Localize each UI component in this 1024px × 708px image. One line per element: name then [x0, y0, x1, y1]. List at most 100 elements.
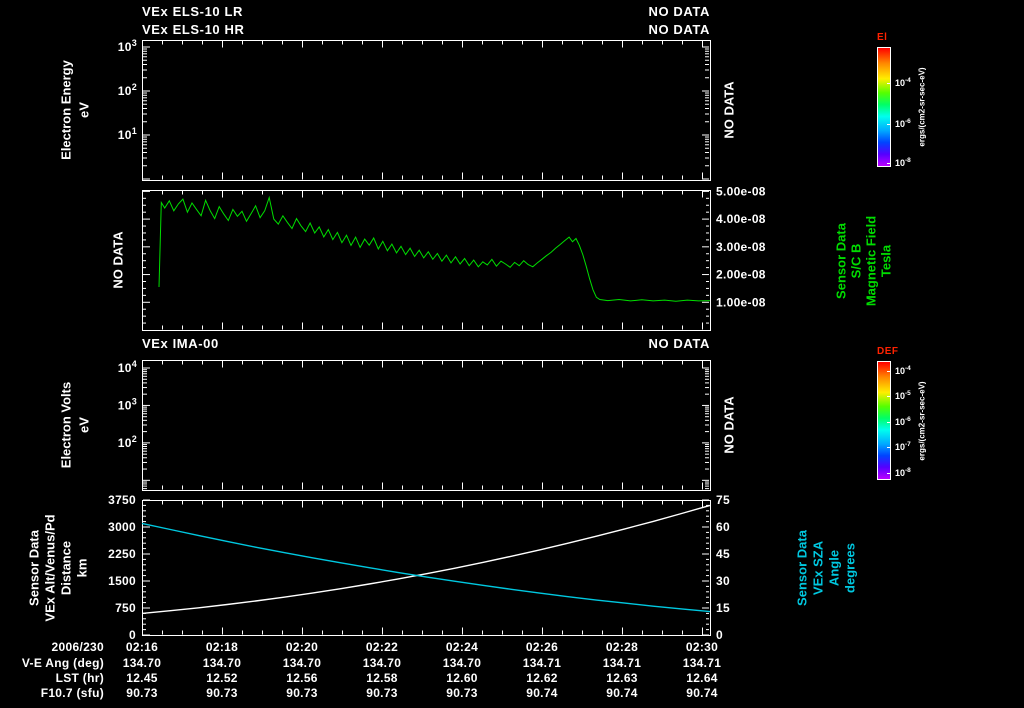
log-y-ticks [143, 367, 709, 490]
ima-y-axis-label: Electron Volts [58, 381, 74, 469]
els-lr-status: NO DATA [648, 4, 710, 19]
table-cell: 90.74 [686, 686, 718, 700]
sza-tick-label: 75 [716, 493, 730, 507]
colorbar-tick-mark [887, 472, 891, 474]
sza-tick-label: 60 [716, 520, 730, 534]
table-row-label-2-row: F10.7 (sfu) 90.73 90.73 90.73 90.73 90.73 90.7… [0, 686, 1024, 701]
mag-right-label: Magnetic Field [863, 215, 879, 307]
mag-frame [142, 190, 711, 331]
vex-tplot-window: 103 102 101 104 103 102 5.00e-08 4.00e-08 3.00e-… [0, 0, 1024, 708]
alt-tick-label: 3000 [108, 520, 136, 534]
sza-tick-label: 15 [716, 601, 730, 615]
mag-field-line [158, 195, 711, 302]
eph-right-label: degrees [842, 543, 858, 593]
mag-ytick-label: 2.00e-08 [716, 268, 766, 282]
mag-ytick-label: 4.00e-08 [716, 212, 766, 226]
table-cell: 134.70 [442, 656, 482, 670]
alt-tick-label: 1500 [108, 574, 136, 588]
table-cell: 134.70 [282, 656, 322, 670]
ima-title: VEx IMA-00 [142, 336, 219, 351]
table-cell: 90.74 [526, 686, 558, 700]
eph-left-label: Distance [58, 540, 74, 596]
ima-header: VEx IMA-00 NO DATA [142, 336, 710, 351]
colorbar-tick-label: 10-8 [895, 466, 911, 478]
sza-line [141, 522, 711, 613]
table-cell: 12.58 [366, 671, 398, 685]
eph-right-label: Angle [826, 549, 842, 587]
x-axis-tick-label: 02:30 [685, 640, 719, 654]
els-hr-header: VEx ELS-10 HR NO DATA [142, 22, 710, 37]
table-cell: 12.64 [686, 671, 718, 685]
colorbar-unit: ergs/(cm2-sr-sec-eV) [917, 380, 927, 461]
colorbar-def [877, 361, 891, 480]
table-cell: 134.70 [362, 656, 402, 670]
colorbar-el [877, 47, 891, 167]
table-cell: 134.71 [522, 656, 562, 670]
colorbar-tick-label: 10-5 [895, 390, 911, 402]
log-y-ticks [143, 46, 709, 180]
eph-y-ticks [143, 499, 709, 636]
sza-tick-label: 30 [716, 574, 730, 588]
table-row-label-1: LST (hr) [55, 671, 104, 685]
colorbar-tick-label: 10-4 [895, 364, 911, 376]
mag-ytick-label: 3.00e-08 [716, 240, 766, 254]
els-hr-title: VEx ELS-10 HR [142, 22, 245, 37]
table-cell: 134.71 [602, 656, 642, 670]
els-y-axis-label: Electron Energy [58, 60, 74, 160]
ima-frame [142, 360, 711, 491]
mag-y-ticks [143, 190, 709, 324]
colorbar-tick-label: 10-8 [895, 157, 911, 169]
table-cell: 134.70 [202, 656, 242, 670]
mag-ytick-label: 5.00e-08 [716, 184, 766, 198]
mag-ytick-label: 1.00e-08 [716, 295, 766, 309]
x-axis-date: 2006/230 [51, 640, 104, 654]
table-cell: 12.45 [126, 671, 158, 685]
log-tick-label: 103 [118, 396, 137, 412]
els-frame [142, 40, 711, 181]
x-axis-tick-label: 02:26 [525, 640, 559, 654]
mag-right-label: S/C B [848, 243, 864, 279]
colorbar-tick-label: 10-6 [895, 415, 911, 427]
colorbar-tick-mark [887, 447, 891, 449]
table-cell: 90.73 [366, 686, 398, 700]
colorbar-tick-mark [887, 396, 891, 398]
els-hr-status: NO DATA [648, 22, 710, 37]
eph-right-label: VEx SZA [810, 540, 826, 596]
colorbar-tick-label: 10-4 [895, 77, 911, 88]
ima-right-nodata-label: NO DATA [721, 396, 737, 454]
colorbar-tick-mark [887, 123, 891, 125]
log-tick-label: 102 [118, 82, 137, 98]
x-axis-tick-label: 02:22 [365, 640, 399, 654]
table-cell: 90.73 [206, 686, 238, 700]
colorbar-unit: ergs/(cm2-sr-sec-eV) [917, 67, 927, 147]
eph-frame [142, 500, 711, 636]
colorbar-tick-mark [887, 370, 891, 372]
eph-left-label: VEx Alt/Venus/Pd [42, 514, 58, 622]
plot-canvas: 103 102 101 104 103 102 5.00e-08 4.00e-08 3.00e-… [108, 38, 766, 642]
table-row-label-0-row: V-E Ang (deg) 134.70 134.70 134.70 134.70 134… [0, 656, 1024, 671]
log-tick-label: 101 [118, 126, 137, 142]
table-cell: 90.73 [446, 686, 478, 700]
log-tick-label: 104 [118, 359, 137, 375]
x-axis-tick-label: 02:18 [205, 640, 239, 654]
colorbar-tick-label: 10-6 [895, 117, 911, 129]
colorbar-tick-mark [887, 163, 891, 165]
mag-right-label: Tesla [878, 244, 894, 278]
table-row-label-0: V-E Ang (deg) [21, 656, 104, 670]
table-cell: 12.60 [446, 671, 478, 685]
table-row-label-1-row: LST (hr) 12.45 12.52 12.56 12.58 12.60 12.62 12… [0, 671, 1024, 686]
eph-right-label: Sensor Data [794, 530, 810, 606]
table-cell: 12.52 [206, 671, 238, 685]
mag-right-label: Sensor Data [833, 223, 849, 299]
table-cell: 134.71 [682, 656, 722, 670]
alt-tick-label: 2250 [108, 547, 136, 561]
table-cell: 12.63 [606, 671, 638, 685]
sza-tick-label: 45 [716, 547, 730, 561]
els-lr-header: VEx ELS-10 LR NO DATA [142, 4, 710, 19]
colorbar-tick-label: 10-7 [895, 441, 911, 453]
x-axis-tick-label: 02:24 [445, 640, 479, 654]
colorbar-tick-mark [887, 421, 891, 423]
x-axis-date-row: 2006/230 02:16 02:18 02:20 02:22 02:24 02:26 02… [0, 640, 1024, 655]
x-axis-tick-label: 02:28 [605, 640, 639, 654]
table-cell: 90.74 [606, 686, 638, 700]
